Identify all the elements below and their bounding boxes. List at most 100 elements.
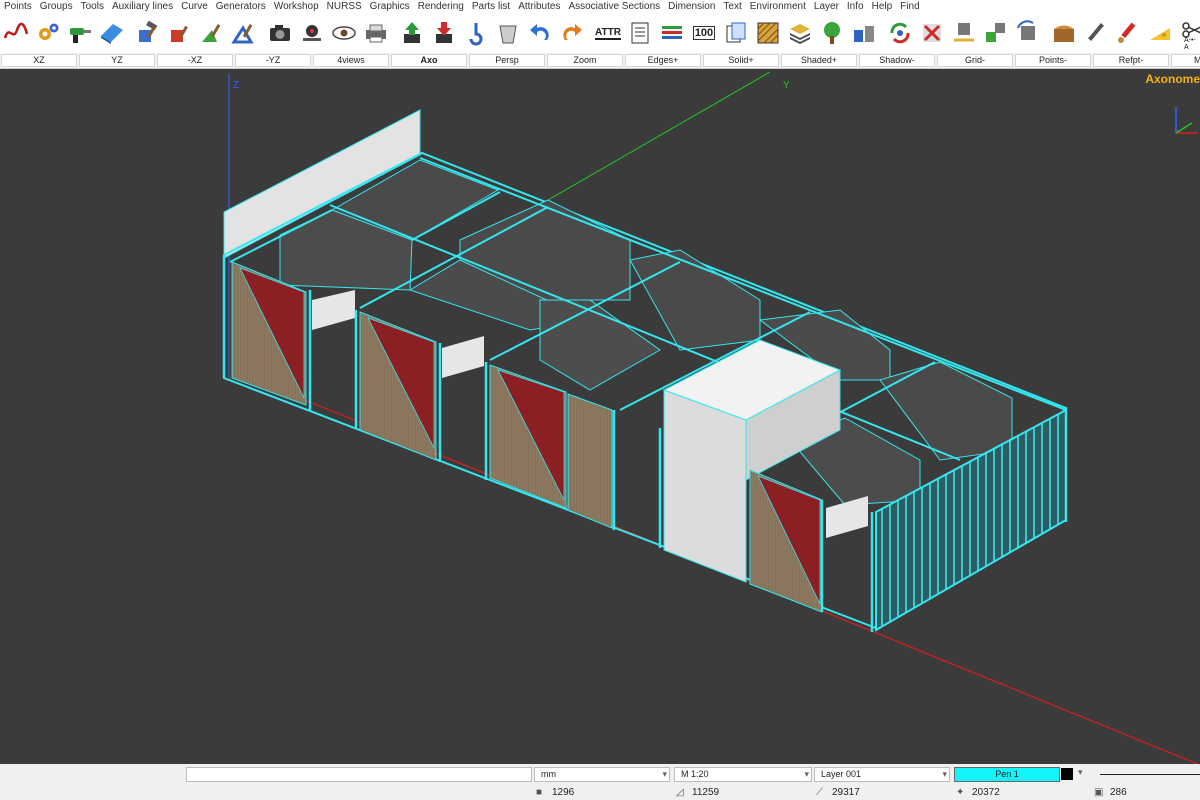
menu-item-attributes[interactable]: Attributes	[514, 0, 564, 14]
view-button-materia[interactable]: Materia	[1171, 54, 1200, 67]
document-list-icon[interactable]	[626, 18, 654, 48]
menu-item-generators[interactable]: Generators	[212, 0, 270, 14]
view-bar: XZ YZ -XZ -YZ 4views Axo Persp Zoom Edges+ Solid+…	[0, 53, 1200, 69]
pen-color-swatch[interactable]	[1061, 768, 1073, 780]
menu-item-workshop[interactable]: Workshop	[270, 0, 323, 14]
hammer-green-icon[interactable]	[198, 18, 226, 48]
export-icon[interactable]	[398, 18, 426, 48]
move-cube-icon[interactable]	[950, 18, 978, 48]
menu-item-parts-list[interactable]: Parts list	[468, 0, 514, 14]
white-desk	[826, 496, 868, 538]
edge-icon: ⟋	[816, 787, 823, 798]
freehand-curve-icon[interactable]	[2, 18, 30, 48]
view-button-yz[interactable]: YZ	[79, 54, 155, 67]
drill-icon[interactable]	[66, 18, 94, 48]
eye-icon[interactable]	[330, 18, 358, 48]
scale-value: M 1:20	[681, 769, 709, 779]
scale-select[interactable]: M 1:20 ▾	[674, 767, 812, 782]
units-value: mm	[541, 769, 556, 779]
3d-viewport[interactable]: Z Y Axonome	[0, 69, 1200, 764]
view-button-zoom[interactable]: Zoom	[547, 54, 623, 67]
lamp-icon[interactable]	[298, 18, 326, 48]
texture-icon[interactable]	[754, 18, 782, 48]
view-button-xz[interactable]: -XZ	[157, 54, 233, 67]
menu-item-text[interactable]: Text	[719, 0, 745, 14]
view-button-grid[interactable]: Grid-	[937, 54, 1013, 67]
view-button-shaded[interactable]: Shaded+	[781, 54, 857, 67]
edges-count: ⟋ 29317	[816, 787, 860, 798]
menu-item-find[interactable]: Find	[896, 0, 923, 14]
view-name-label: Axonome	[1145, 72, 1200, 86]
undo-icon[interactable]	[526, 18, 554, 48]
menu-item-layer[interactable]: Layer	[810, 0, 843, 14]
pen-tool-icon[interactable]	[1082, 18, 1110, 48]
chevron-down-icon[interactable]: ▾	[1078, 767, 1083, 778]
axis-y-label: Y	[783, 80, 790, 91]
chest-icon[interactable]	[1050, 18, 1078, 48]
hammer-blue-icon[interactable]	[230, 18, 258, 48]
command-input[interactable]	[186, 767, 532, 782]
info-blocks-icon[interactable]	[850, 18, 878, 48]
hundred-label: 100	[692, 26, 716, 40]
layer-select[interactable]: Layer 001 ▾	[814, 767, 950, 782]
view-button-solid[interactable]: Solid+	[703, 54, 779, 67]
line-style-preview[interactable]	[1100, 774, 1200, 775]
redo-icon[interactable]	[558, 18, 586, 48]
view-button-yz[interactable]: -YZ	[235, 54, 311, 67]
units-select[interactable]: mm ▾	[534, 767, 670, 782]
attr-icon[interactable]: ATTR	[594, 18, 622, 48]
pen-value: Pen 1	[995, 769, 1019, 779]
rotate-cube-icon[interactable]	[1014, 18, 1042, 48]
white-box-front	[663, 389, 747, 583]
view-button-shadow[interactable]: Shadow-	[859, 54, 935, 67]
view-button-points[interactable]: Points-	[1015, 54, 1091, 67]
menu-item-tools[interactable]: Tools	[77, 0, 108, 14]
menu-item-associative-sections[interactable]: Associative Sections	[564, 0, 664, 14]
menu-item-curve[interactable]: Curve	[177, 0, 212, 14]
menu-item-dimension[interactable]: Dimension	[664, 0, 719, 14]
faces-count: ◿ 11259	[676, 787, 720, 798]
menu-item-auxiliary-lines[interactable]: Auxiliary lines	[108, 0, 177, 14]
view-button-refpt[interactable]: Refpt-	[1093, 54, 1169, 67]
menu-item-groups[interactable]: Groups	[36, 0, 77, 14]
scale-100-icon[interactable]: 100	[690, 18, 718, 48]
menu-item-help[interactable]: Help	[868, 0, 897, 14]
menu-item-info[interactable]: Info	[843, 0, 868, 14]
felt-panel	[879, 361, 1013, 461]
view-button-axo[interactable]: Axo	[391, 54, 467, 67]
hook-icon[interactable]	[462, 18, 490, 48]
menu-item-graphics[interactable]: Graphics	[366, 0, 414, 14]
view-button-edges[interactable]: Edges+	[625, 54, 701, 67]
refresh-icon[interactable]	[886, 18, 914, 48]
pen-select[interactable]: Pen 1	[954, 767, 1060, 782]
view-button-4views[interactable]: 4views	[313, 54, 389, 67]
plane-icon[interactable]	[98, 18, 126, 48]
gears-icon[interactable]	[34, 18, 62, 48]
layers-icon[interactable]	[786, 18, 814, 48]
view-button-xz[interactable]: XZ	[1, 54, 77, 67]
copy-doc-icon[interactable]	[722, 18, 750, 48]
menu-item-nurss[interactable]: NURSS	[323, 0, 366, 14]
copy-cube-icon[interactable]	[982, 18, 1010, 48]
view-button-persp[interactable]: Persp	[469, 54, 545, 67]
menu-item-environment[interactable]: Environment	[746, 0, 810, 14]
hammer-red-icon[interactable]	[166, 18, 194, 48]
hammer-cube-icon[interactable]	[134, 18, 162, 48]
camera-icon[interactable]	[266, 18, 294, 48]
menu-item-points[interactable]: Points	[0, 0, 36, 14]
layer-value: Layer 001	[821, 769, 862, 779]
import-icon[interactable]	[430, 18, 458, 48]
group-icon: ▣	[1094, 787, 1104, 798]
main-toolbar: ATTR 100 A-•-A	[0, 14, 1200, 52]
delete-icon[interactable]	[918, 18, 946, 48]
printer-icon[interactable]	[362, 18, 390, 48]
menu-item-rendering[interactable]: Rendering	[414, 0, 468, 14]
scissors-icon[interactable]: A-•-A	[1178, 18, 1200, 51]
brush-icon[interactable]	[1114, 18, 1142, 48]
white-desk	[312, 290, 355, 330]
cheese-icon[interactable]	[1146, 18, 1174, 48]
color-lines-icon[interactable]	[658, 18, 686, 48]
solids-count: ■ 1296	[536, 787, 575, 798]
bucket-icon[interactable]	[494, 18, 522, 48]
tree-icon[interactable]	[818, 18, 846, 48]
